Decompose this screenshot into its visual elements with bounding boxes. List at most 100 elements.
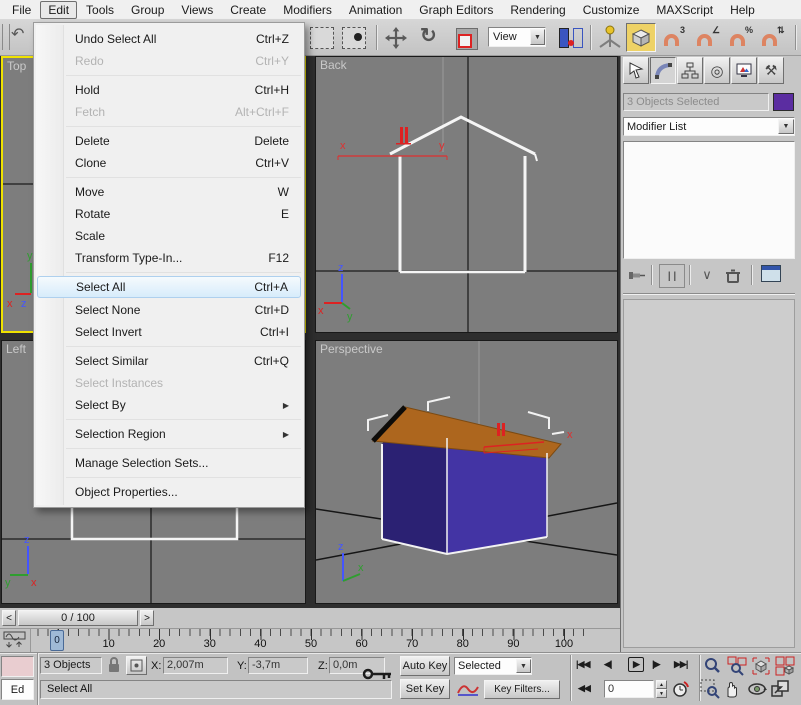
orbit-icon[interactable] [747,679,767,699]
move-tool-icon[interactable] [385,27,407,49]
set-key-button[interactable]: Set Key [400,679,450,699]
menu-maxscript[interactable]: MAXScript [648,1,721,19]
object-color-swatch[interactable] [773,93,794,111]
pan-hand-icon[interactable] [723,679,743,699]
time-configuration-icon[interactable] [671,679,691,699]
viewport-perspective[interactable]: Perspective [315,340,618,604]
menu-item-hold[interactable]: HoldCtrl+H [35,79,303,101]
time-slider-prev-button[interactable]: < [2,610,16,626]
tab-create[interactable] [623,57,649,84]
show-end-result-button[interactable]: | | [659,264,685,288]
next-frame-icon[interactable]: |▶ [652,659,659,670]
snap-3d-icon[interactable] [664,34,679,46]
menu-group[interactable]: Group [123,1,172,19]
frame-spinner-down[interactable]: ▼ [656,689,667,698]
menu-item-select-by[interactable]: Select By▶ [35,394,303,416]
menu-modifiers[interactable]: Modifiers [275,1,340,19]
reference-coordinate-dropdown[interactable]: View ▼ [488,27,546,47]
menu-rendering[interactable]: Rendering [502,1,573,19]
region-zoom-icon[interactable] [700,679,720,699]
chevron-down-icon[interactable]: ▼ [530,29,545,45]
previous-frame-icon[interactable]: ◀| [604,659,611,670]
zoom-all-icon[interactable] [727,656,747,676]
menu-item-undo-select-all[interactable]: Undo Select AllCtrl+Z [35,28,303,50]
y-coordinate-field[interactable]: -3,7m [248,657,308,674]
go-to-end-icon[interactable]: ▶▶| [674,659,687,670]
menu-item-select-similar[interactable]: Select SimilarCtrl+Q [35,350,303,372]
snap-toggle-button[interactable] [626,23,656,52]
menu-item-select-all[interactable]: Select AllCtrl+A [37,276,301,298]
viewport-back[interactable]: Back x y [315,56,618,333]
open-mini-curve-editor-icon[interactable] [3,631,27,651]
menu-help[interactable]: Help [722,1,763,19]
modifier-stack-list[interactable] [623,141,795,259]
menu-item-scale[interactable]: Scale [35,225,303,247]
move-gizmo[interactable]: x y [338,140,447,160]
play-icon[interactable]: ▶ [628,657,644,672]
maximize-viewport-toggle-icon[interactable] [770,679,790,699]
menu-item-clone[interactable]: CloneCtrl+V [35,152,303,174]
go-to-start-icon[interactable]: |◀◀ [576,659,589,670]
menu-item-rotate[interactable]: RotateE [35,203,303,225]
menu-item-select-invert[interactable]: Select InvertCtrl+I [35,321,303,343]
angle-snap-icon[interactable] [697,34,712,46]
menu-item-manage-selection-sets[interactable]: Manage Selection Sets... [35,452,303,474]
tab-utilities[interactable]: ⚒ [758,57,784,84]
undo-icon[interactable]: ↶ [11,24,24,44]
house-model[interactable] [373,407,561,554]
time-slider-bar[interactable]: 0 / 100 [18,610,138,626]
zoom-extents-icon[interactable] [751,656,771,676]
percent-snap-icon[interactable] [730,34,745,46]
menu-edit[interactable]: Edit [40,1,77,19]
absolute-offset-toggle[interactable] [126,656,147,675]
align-icon[interactable] [597,23,623,51]
default-tangent-icon[interactable] [456,680,480,698]
mini-listener-pane[interactable]: Ed [1,679,34,700]
menu-animation[interactable]: Animation [341,1,410,19]
menu-item-select-none[interactable]: Select NoneCtrl+D [35,299,303,321]
toolbar-drag-handle[interactable] [2,24,10,50]
rectangular-selection-region-icon[interactable] [310,27,334,49]
menu-item-move[interactable]: MoveW [35,181,303,203]
zoom-extents-all-icon[interactable] [775,656,795,676]
chevron-down-icon[interactable]: ▼ [516,659,531,673]
configure-modifier-sets-button[interactable] [761,265,781,282]
track-bar-ruler[interactable]: 0 10 20 30 40 50 60 70 80 90 100 [30,629,621,653]
frame-spinner-up[interactable]: ▲ [656,680,667,689]
crossing-selection-icon[interactable] [342,27,366,49]
tab-display[interactable] [731,57,757,84]
spinner-snap-icon[interactable] [762,34,777,46]
pin-stack-icon[interactable] [627,265,647,285]
menu-item-delete[interactable]: DeleteDelete [35,130,303,152]
modifier-list-dropdown[interactable]: Modifier List ▼ [623,117,795,136]
menu-item-transform-type-in[interactable]: Transform Type-In...F12 [35,247,303,269]
current-frame-field[interactable]: 0 [604,680,654,698]
rotate-tool-icon[interactable]: ↻ [420,23,437,48]
time-slider-handle[interactable]: 0 [50,630,64,651]
rollout-area[interactable] [623,299,795,648]
menu-file[interactable]: File [4,1,39,19]
make-unique-button[interactable]: ∨ [697,264,717,286]
previous-key-icon[interactable]: ◀◀ [578,683,590,694]
menu-customize[interactable]: Customize [575,1,648,19]
remove-modifier-icon[interactable] [723,265,743,285]
macro-recorder-pane[interactable] [1,656,34,677]
mirror-icon[interactable] [558,28,584,48]
menu-create[interactable]: Create [222,1,274,19]
menu-item-object-properties[interactable]: Object Properties... [35,481,303,503]
menu-views[interactable]: Views [173,1,221,19]
scale-tool-icon[interactable] [456,28,478,50]
chevron-down-icon[interactable]: ▼ [778,119,794,134]
menu-graph-editors[interactable]: Graph Editors [411,1,501,19]
tab-modify[interactable] [650,57,676,84]
tab-hierarchy[interactable] [677,57,703,84]
tab-motion[interactable]: ◎ [704,57,730,84]
zoom-icon[interactable] [703,656,723,676]
selection-set-dropdown[interactable]: Selected ▼ [454,657,532,675]
selection-lock-icon[interactable] [106,656,122,673]
menu-item-selection-region[interactable]: Selection Region▶ [35,423,303,445]
x-coordinate-field[interactable]: 2,007m [163,657,228,674]
auto-key-button[interactable]: Auto Key [400,656,450,676]
time-slider-next-button[interactable]: > [140,610,154,626]
key-filters-button[interactable]: Key Filters... [484,680,560,699]
